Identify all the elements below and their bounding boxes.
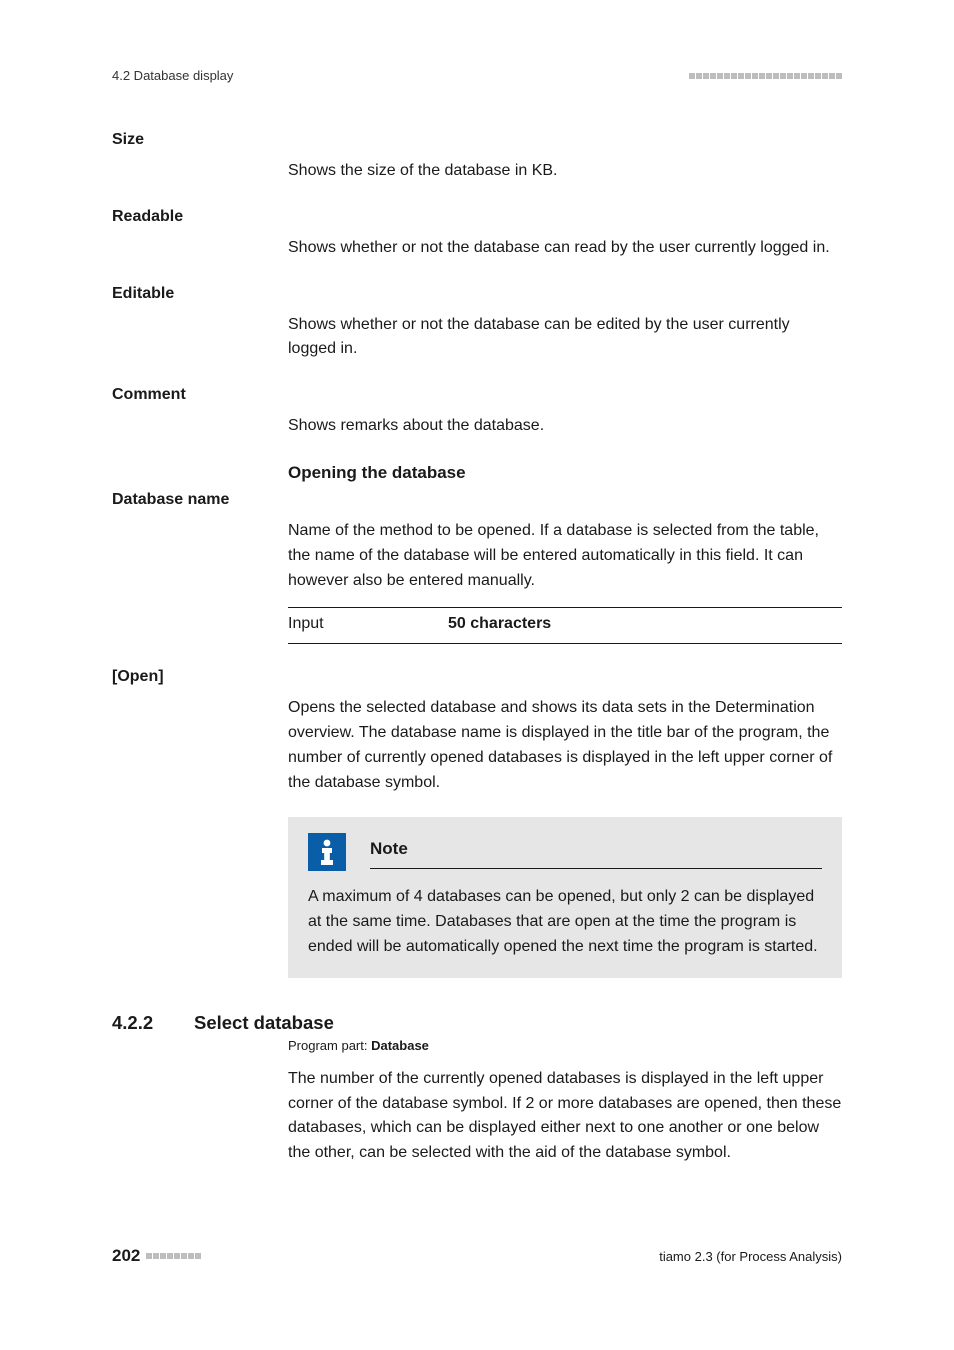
section-4-2-2-body-wrap: Program part: Database The number of the… <box>288 1038 842 1166</box>
header-decoration <box>689 73 842 79</box>
note-body: A maximum of 4 databases can be opened, … <box>308 885 822 959</box>
field-body-editable: Shows whether or not the database can be… <box>288 285 842 363</box>
field-database-name: Database name Name of the method to be o… <box>112 491 842 644</box>
page-footer: 202 tiamo 2.3 (for Process Analysis) <box>112 1246 842 1266</box>
open-description: Opens the selected database and shows it… <box>288 699 832 790</box>
field-body-database-name: Name of the method to be opened. If a da… <box>288 491 842 644</box>
section-4-2-2-body: The number of the currently opened datab… <box>288 1067 842 1166</box>
field-label-database-name: Database name <box>112 491 288 644</box>
program-part-value: Database <box>371 1038 429 1053</box>
field-readable: Readable Shows whether or not the databa… <box>112 208 842 261</box>
input-spec-row: Input 50 characters <box>288 607 842 644</box>
field-size: Size Shows the size of the database in K… <box>112 131 842 184</box>
program-part-line: Program part: Database <box>288 1038 842 1053</box>
running-header: 4.2 Database display <box>112 68 842 83</box>
field-body-size: Shows the size of the database in KB. <box>288 131 842 184</box>
opening-database-heading-wrap: Opening the database <box>288 463 842 483</box>
field-label-size: Size <box>112 131 288 184</box>
field-body-open: Opens the selected database and shows it… <box>288 668 842 978</box>
field-open: [Open] Opens the selected database and s… <box>112 668 842 978</box>
program-part-label: Program part: <box>288 1038 371 1053</box>
field-label-editable: Editable <box>112 285 288 363</box>
opening-database-heading: Opening the database <box>288 463 842 483</box>
field-comment: Comment Shows remarks about the database… <box>112 386 842 439</box>
field-label-open: [Open] <box>112 668 288 978</box>
note-title: Note <box>370 836 822 869</box>
field-label-comment: Comment <box>112 386 288 439</box>
page: 4.2 Database display Size Shows the size… <box>0 0 954 1350</box>
content-area: Size Shows the size of the database in K… <box>112 131 842 1166</box>
database-name-description: Name of the method to be opened. If a da… <box>288 522 819 589</box>
field-body-readable: Shows whether or not the database can re… <box>288 208 842 261</box>
header-section-label: 4.2 Database display <box>112 68 233 83</box>
input-spec-value: 50 characters <box>448 612 842 637</box>
field-body-comment: Shows remarks about the database. <box>288 386 842 439</box>
footer-page-number: 202 <box>112 1246 140 1266</box>
section-title: Select database <box>194 1012 842 1034</box>
footer-decoration <box>146 1253 201 1259</box>
input-spec-label: Input <box>288 612 448 637</box>
footer-page-number-wrap: 202 <box>112 1246 201 1266</box>
note-box: Note A maximum of 4 databases can be ope… <box>288 817 842 977</box>
section-number: 4.2.2 <box>112 1012 194 1034</box>
field-editable: Editable Shows whether or not the databa… <box>112 285 842 363</box>
field-label-readable: Readable <box>112 208 288 261</box>
note-header: Note <box>308 833 822 871</box>
section-4-2-2-header: 4.2.2 Select database <box>112 1012 842 1034</box>
info-icon <box>308 833 346 871</box>
footer-product-label: tiamo 2.3 (for Process Analysis) <box>659 1249 842 1264</box>
